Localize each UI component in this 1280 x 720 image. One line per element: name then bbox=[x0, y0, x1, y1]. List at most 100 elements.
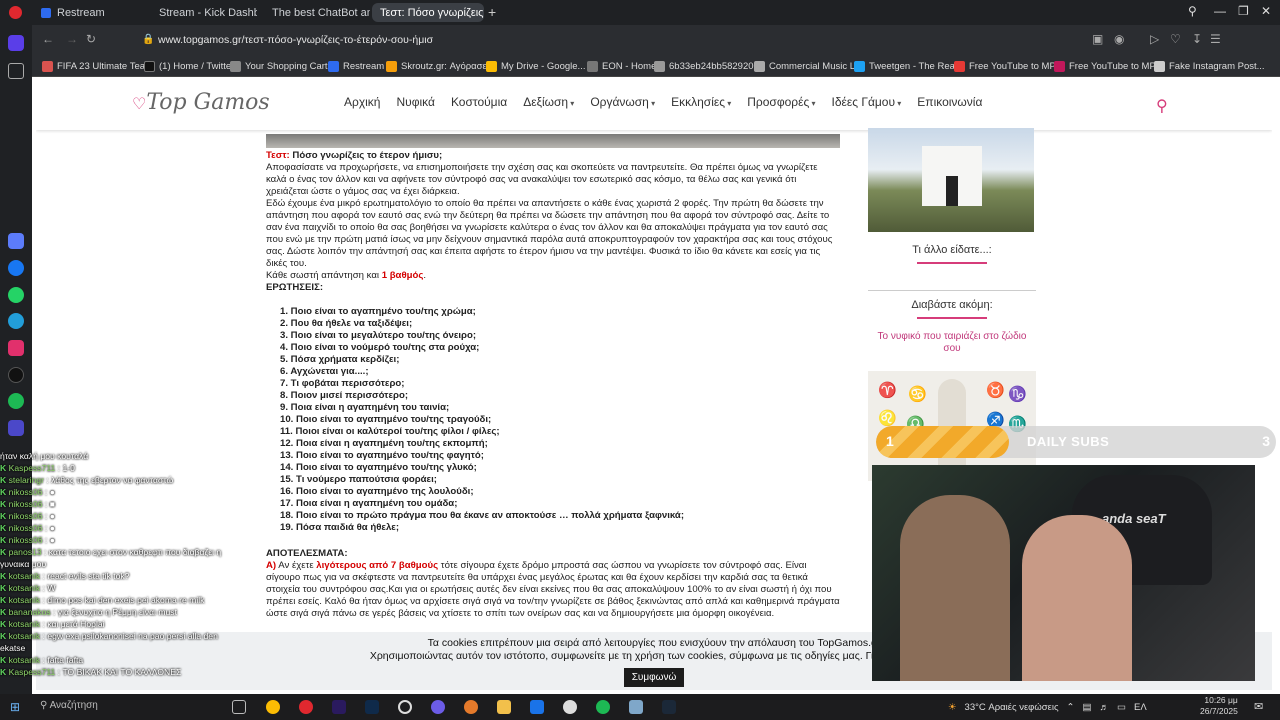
bookmark-fifa[interactable]: FIFA 23 Ultimate Tea... bbox=[42, 58, 153, 74]
x-favicon-icon bbox=[144, 60, 155, 72]
minimize-button[interactable]: — bbox=[1214, 4, 1226, 18]
task-view-icon[interactable] bbox=[232, 700, 246, 714]
whatsapp-icon[interactable] bbox=[8, 287, 24, 303]
messenger-icon[interactable] bbox=[8, 260, 24, 276]
tab-topgamos-active[interactable]: Τεστ: Πόσο γνωρίζεις το bbox=[372, 3, 484, 22]
chrome-icon[interactable] bbox=[266, 700, 280, 714]
bookmark-twitter[interactable]: (1) Home / Twitter bbox=[144, 58, 234, 74]
nav-home[interactable]: Αρχική bbox=[344, 95, 380, 109]
x-twitter-icon[interactable] bbox=[8, 367, 24, 383]
nav-churches[interactable]: Εκκλησίες bbox=[671, 95, 731, 109]
site-logo[interactable]: ♡Top Gamos bbox=[132, 90, 270, 115]
tab-restream[interactable]: Restream bbox=[33, 3, 143, 22]
network-icon[interactable]: ▤ bbox=[1083, 702, 1092, 713]
list-item: 16. Ποιο είναι το αγαπημένο της λουλούδι… bbox=[280, 486, 474, 497]
volume-icon[interactable]: ♬ bbox=[1100, 702, 1110, 713]
bookmark-tweetgen[interactable]: Tweetgen - The Real... bbox=[854, 58, 965, 74]
play-icon[interactable]: ▷ bbox=[1150, 32, 1159, 46]
star-icon[interactable] bbox=[8, 63, 24, 79]
download-icon[interactable]: ↧ bbox=[1192, 32, 1202, 46]
tweetgen-favicon-icon bbox=[854, 60, 865, 72]
daily-subs-progress-fill bbox=[876, 426, 1010, 458]
bookmark-youtube-mp3-1[interactable]: Free YouTube to MP... bbox=[954, 58, 1062, 74]
nav-offers[interactable]: Προσφορές bbox=[747, 95, 815, 109]
bookmark-restream[interactable]: Restream bbox=[328, 58, 384, 74]
list-item: 19. Πόσα παιδιά θα ήθελε; bbox=[280, 522, 400, 533]
weather-text[interactable]: 33°C Αραιές νεφώσεις bbox=[965, 702, 1059, 713]
url-field[interactable]: 🔒 www.topgamos.gr/τεστ-πόσο-γνωρίζεις-το-… bbox=[140, 30, 1140, 50]
nav-dresses[interactable]: Νυφικά bbox=[396, 95, 434, 109]
close-button[interactable]: ✕ bbox=[1261, 4, 1271, 18]
photoshop-icon[interactable] bbox=[365, 700, 379, 714]
forward-icon[interactable]: → bbox=[66, 32, 78, 46]
read-more-link[interactable]: Το νυφικό που ταιριάζει στο ζώδιο σου bbox=[868, 331, 1036, 355]
spotify-icon[interactable] bbox=[8, 393, 24, 409]
home-icon[interactable] bbox=[8, 35, 24, 51]
aria-icon[interactable] bbox=[8, 233, 24, 249]
back-icon[interactable]: ← bbox=[42, 32, 54, 46]
opera-icon[interactable] bbox=[299, 700, 313, 714]
file-explorer-icon[interactable] bbox=[497, 700, 511, 714]
heart-logo-icon: ♡ bbox=[132, 94, 147, 113]
app-icon[interactable] bbox=[563, 700, 577, 714]
tab-kick-dashboard[interactable]: Stream - Kick Dashboard bbox=[145, 3, 257, 22]
obs-icon[interactable] bbox=[398, 700, 412, 714]
battery-icon[interactable]: ▭ bbox=[1117, 702, 1126, 713]
nav-contact[interactable]: Επικοινωνία bbox=[917, 95, 982, 109]
opera-logo-icon[interactable] bbox=[9, 6, 22, 19]
questions-list: 1. Ποιο είναι το αγαπημένο του/της χρώμα… bbox=[280, 306, 840, 534]
nav-wedding-ideas[interactable]: Ιδέες Γάμου bbox=[832, 95, 902, 109]
bookmark-eon[interactable]: EON - Home bbox=[587, 58, 656, 74]
nav-suits[interactable]: Κοστούμια bbox=[451, 95, 507, 109]
menu-icon[interactable]: ☰ bbox=[1210, 32, 1221, 46]
camera-icon[interactable]: ◉ bbox=[1114, 32, 1124, 46]
taskbar-search[interactable]: ⚲ Αναζήτηση bbox=[40, 700, 98, 711]
bookmark-google-drive[interactable]: My Drive - Google... bbox=[486, 58, 585, 74]
screenshot-icon[interactable]: ▣ bbox=[1092, 32, 1103, 46]
bookmark-hash[interactable]: 6b33eb24bb582920... bbox=[654, 58, 761, 74]
reload-icon[interactable]: ↻ bbox=[86, 32, 96, 46]
bookmark-shopping-cart[interactable]: Your Shopping Cart... bbox=[230, 58, 336, 74]
nav-reception[interactable]: Δεξίωση bbox=[523, 95, 574, 109]
notifications-icon[interactable]: ✉ bbox=[1254, 700, 1263, 713]
heart-icon[interactable]: ♡ bbox=[1170, 32, 1181, 46]
windows-start-icon[interactable]: ⊞ bbox=[10, 700, 20, 714]
list-item: 1. Ποιο είναι το αγαπημένο του/της χρώμα… bbox=[280, 306, 476, 317]
language-indicator[interactable]: ΕΛ bbox=[1134, 702, 1147, 713]
instagram-icon[interactable] bbox=[8, 340, 24, 356]
bookmark-skroutz[interactable]: Skroutz.gr: Αγόρασε... bbox=[386, 58, 495, 74]
discord-icon[interactable] bbox=[431, 700, 445, 714]
kick-badge-icon: K bbox=[0, 655, 7, 665]
outlook-icon[interactable] bbox=[530, 700, 544, 714]
bookmark-commercial-music[interactable]: Commercial Music L... bbox=[754, 58, 863, 74]
new-tab-button[interactable]: + bbox=[488, 4, 496, 20]
firefox-icon[interactable] bbox=[464, 700, 478, 714]
chat-message: K Kaspess711 : 1-0 bbox=[0, 463, 75, 473]
clock[interactable]: 10:26 μμ 26/7/2025 bbox=[1200, 695, 1238, 717]
youtube-mp3-favicon-icon bbox=[1054, 60, 1065, 72]
church-image[interactable] bbox=[868, 128, 1034, 232]
kick-badge-icon: K bbox=[0, 499, 7, 509]
restore-button[interactable]: ❐ bbox=[1238, 4, 1249, 18]
player-icon[interactable] bbox=[8, 420, 24, 436]
spotify-taskbar-icon[interactable] bbox=[596, 700, 610, 714]
premiere-icon[interactable] bbox=[332, 700, 346, 714]
nav-organization[interactable]: Οργάνωση bbox=[590, 95, 655, 109]
list-item: 14. Ποιο είναι το αγαπημένο του/της γλυκ… bbox=[280, 462, 477, 473]
tab-chatbot[interactable]: The best ChatBot and Wi bbox=[258, 3, 370, 22]
kick-badge-icon: K bbox=[0, 475, 7, 485]
steam-icon[interactable] bbox=[662, 700, 676, 714]
search-tabs-icon[interactable]: ⚲ bbox=[1188, 4, 1197, 18]
search-icon[interactable]: ⚲ bbox=[1156, 96, 1168, 116]
divider bbox=[868, 290, 1036, 291]
church-door bbox=[946, 176, 958, 206]
tray-chevron-icon[interactable]: ⌃ bbox=[1067, 702, 1075, 713]
bookmark-fake-instagram[interactable]: Fake Instagram Post... bbox=[1154, 58, 1265, 74]
telegram-icon[interactable] bbox=[8, 313, 24, 329]
folder-icon bbox=[587, 60, 598, 72]
bookmark-youtube-mp3-2[interactable]: Free YouTube to MP... bbox=[1054, 58, 1162, 74]
image-viewer-icon[interactable] bbox=[629, 700, 643, 714]
chat-message: K nikoss06 : ● bbox=[0, 511, 55, 521]
cookie-accept-button[interactable]: Συμφωνώ bbox=[623, 668, 685, 687]
title-underline bbox=[917, 262, 987, 264]
